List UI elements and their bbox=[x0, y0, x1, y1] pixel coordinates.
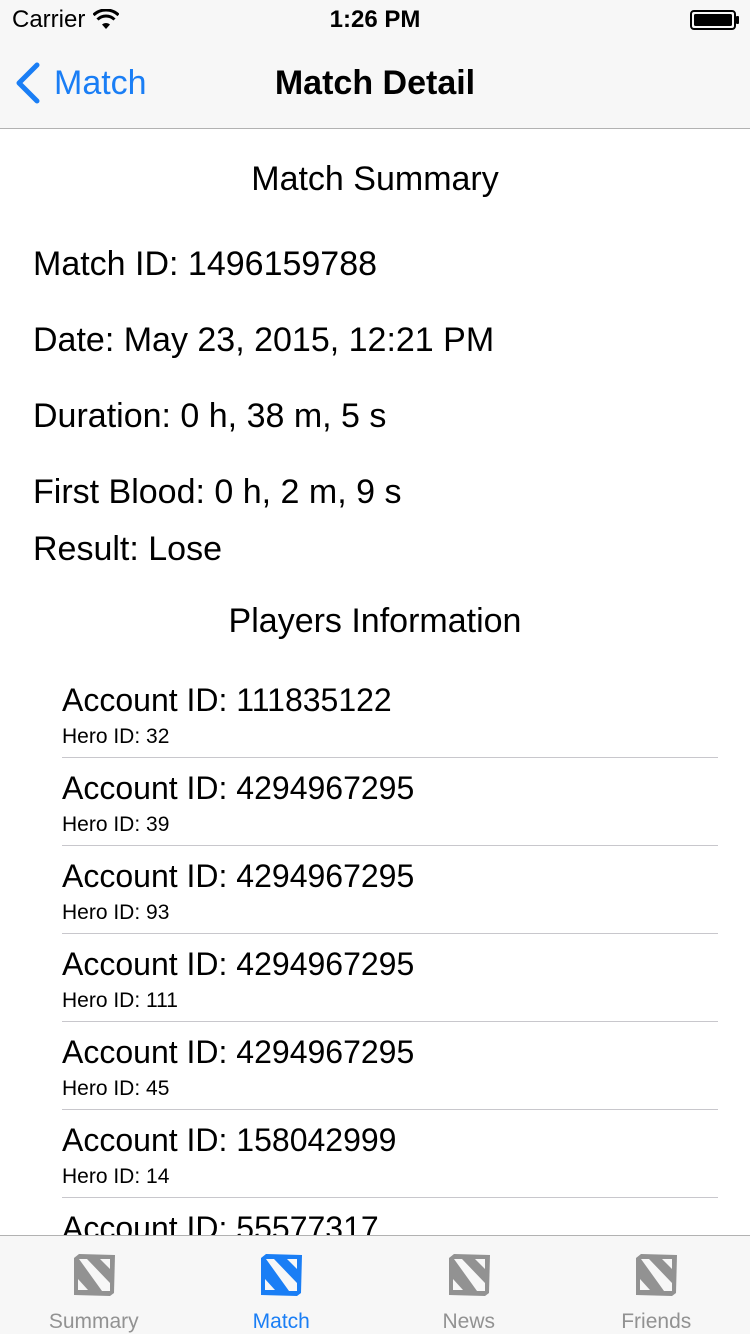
player-row[interactable]: Account ID: 4294967295 Hero ID: 111 bbox=[62, 934, 718, 1022]
player-hero-id: Hero ID: 111 bbox=[62, 989, 178, 1012]
dota-logo-icon bbox=[73, 1254, 115, 1296]
players-list[interactable]: Account ID: 111835122 Hero ID: 32 Accoun… bbox=[62, 670, 718, 1235]
tab-match[interactable]: Match bbox=[188, 1236, 376, 1334]
match-summary-title: Match Summary bbox=[251, 160, 499, 198]
player-hero-id: Hero ID: 39 bbox=[62, 813, 170, 836]
player-row[interactable]: Account ID: 111835122 Hero ID: 32 bbox=[62, 670, 718, 758]
tab-friends[interactable]: Friends bbox=[563, 1236, 750, 1334]
player-row[interactable]: Account ID: 4294967295 Hero ID: 39 bbox=[62, 758, 718, 846]
match-id-label: Match ID: 1496159788 bbox=[33, 245, 378, 283]
player-account-id: Account ID: 4294967295 bbox=[62, 770, 415, 806]
tab-friends-label: Friends bbox=[621, 1310, 692, 1333]
first-blood-label: First Blood: 0 h, 2 m, 9 s bbox=[33, 473, 402, 511]
player-hero-id: Hero ID: 14 bbox=[62, 1165, 170, 1188]
tab-summary-label: Summary bbox=[48, 1310, 139, 1333]
player-row[interactable]: Account ID: 55577317 bbox=[62, 1198, 718, 1235]
tab-news[interactable]: News bbox=[375, 1236, 563, 1334]
status-time: 1:26 PM bbox=[329, 6, 421, 33]
player-hero-id: Hero ID: 45 bbox=[62, 1077, 170, 1100]
page-title: Match Detail bbox=[274, 64, 476, 102]
status-bar: Carrier 1:26 PM bbox=[0, 0, 750, 40]
duration-label: Duration: 0 h, 38 m, 5 s bbox=[33, 397, 387, 435]
battery-icon bbox=[690, 10, 739, 30]
player-account-id: Account ID: 4294967295 bbox=[62, 1034, 415, 1070]
tab-match-label: Match bbox=[252, 1310, 310, 1333]
player-account-id: Account ID: 4294967295 bbox=[62, 858, 415, 894]
tab-bar: Summary Match News Friends bbox=[0, 1235, 750, 1334]
dota-logo-icon bbox=[636, 1254, 678, 1296]
result-label: Result: Lose bbox=[33, 530, 222, 568]
dota-logo-icon bbox=[261, 1254, 303, 1296]
dota-logo-icon bbox=[448, 1254, 490, 1296]
player-account-id: Account ID: 158042999 bbox=[62, 1122, 397, 1158]
date-label: Date: May 23, 2015, 12:21 PM bbox=[33, 321, 495, 359]
tab-summary[interactable]: Summary bbox=[0, 1236, 188, 1334]
navigation-bar: Match Match Detail bbox=[0, 40, 750, 129]
player-account-id: Account ID: 55577317 bbox=[62, 1210, 379, 1235]
player-hero-id: Hero ID: 32 bbox=[62, 725, 170, 748]
player-row[interactable]: Account ID: 4294967295 Hero ID: 45 bbox=[62, 1022, 718, 1110]
player-account-id: Account ID: 4294967295 bbox=[62, 946, 415, 982]
tab-news-label: News bbox=[442, 1310, 495, 1333]
player-account-id: Account ID: 111835122 bbox=[62, 682, 392, 718]
players-information-title: Players Information bbox=[228, 602, 522, 640]
player-hero-id: Hero ID: 93 bbox=[62, 901, 170, 924]
player-row[interactable]: Account ID: 4294967295 Hero ID: 93 bbox=[62, 846, 718, 934]
match-detail-content[interactable]: Match Summary Match ID: 1496159788 Date:… bbox=[0, 129, 750, 1235]
player-row[interactable]: Account ID: 158042999 Hero ID: 14 bbox=[62, 1110, 718, 1198]
